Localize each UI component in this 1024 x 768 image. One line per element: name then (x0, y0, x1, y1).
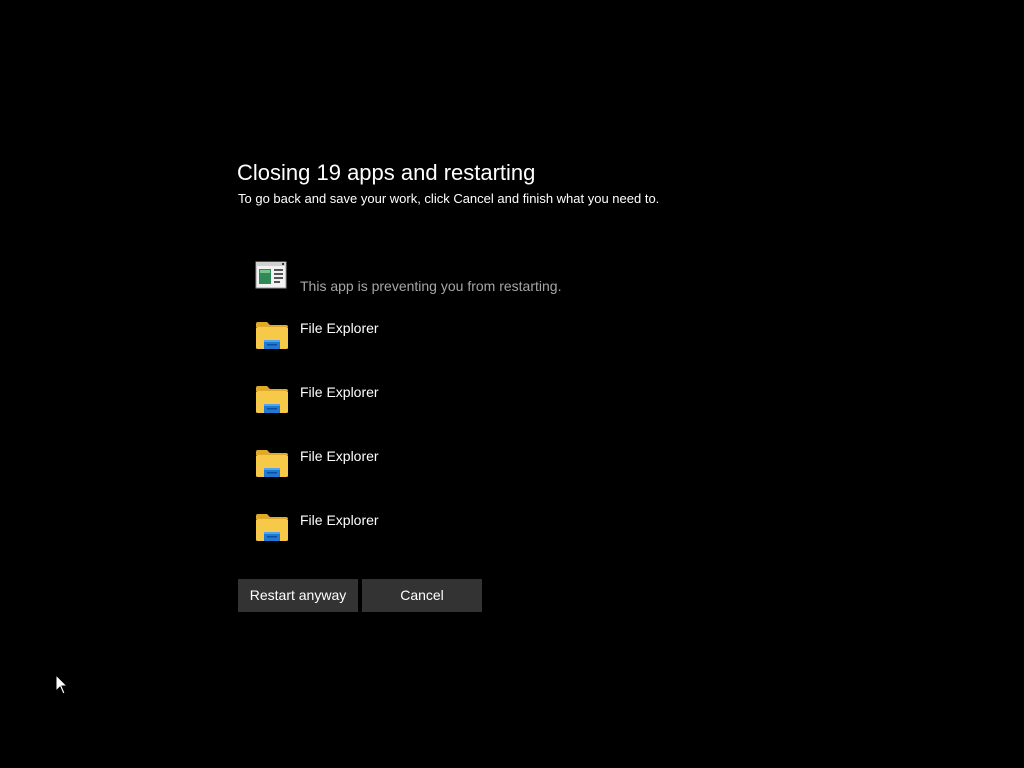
file-explorer-folder-icon (255, 449, 289, 483)
file-explorer-folder-icon (255, 385, 289, 419)
app-name: File Explorer (300, 448, 379, 464)
app-list-item: File Explorer (255, 319, 755, 383)
blocking-app-status: This app is preventing you from restarti… (300, 278, 562, 294)
mouse-pointer-icon (55, 673, 69, 696)
app-list-item: File Explorer (255, 447, 755, 511)
cancel-button[interactable]: Cancel (362, 579, 482, 612)
app-name: File Explorer (300, 512, 379, 528)
app-list-item: File Explorer (255, 383, 755, 447)
app-list: This app is preventing you from restarti… (255, 261, 755, 575)
app-name: File Explorer (300, 384, 379, 400)
dialog-title: Closing 19 apps and restarting (237, 160, 536, 185)
generic-app-window-icon (255, 261, 289, 295)
app-list-item: File Explorer (255, 511, 755, 575)
dialog-subtitle: To go back and save your work, click Can… (238, 191, 660, 206)
blocking-app-item: This app is preventing you from restarti… (255, 261, 755, 319)
file-explorer-folder-icon (255, 321, 289, 355)
file-explorer-folder-icon (255, 513, 289, 547)
restart-anyway-button[interactable]: Restart anyway (238, 579, 358, 612)
dialog-buttons: Restart anyway Cancel (238, 579, 482, 612)
app-name: File Explorer (300, 320, 379, 336)
shutdown-screen: Closing 19 apps and restarting To go bac… (0, 0, 1024, 768)
